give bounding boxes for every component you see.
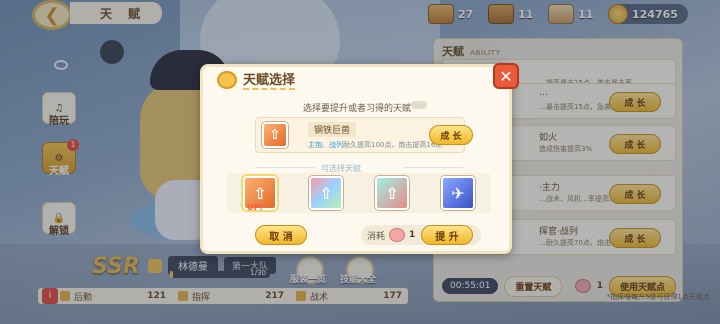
divider	[403, 167, 463, 168]
paw-icon	[217, 70, 237, 89]
talent-select-modal: 天赋选择 ✕ 选择要提升或者习得的天赋 ⇧ 钢铁巨兽 主炮、战列耐久提高100点…	[200, 63, 519, 254]
talent-choice-4[interactable]: ✈	[441, 176, 475, 210]
close-icon: ✕	[499, 66, 513, 86]
talent-choice-2[interactable]: ⇧	[309, 176, 343, 210]
divider	[255, 167, 315, 168]
talent-choice-3[interactable]: ⇧	[375, 176, 409, 210]
modal-hint: 选择要提升或者习得的天赋	[303, 104, 412, 114]
modal-title: 天赋选择	[243, 69, 296, 90]
teal-upgrade-icon: ⇧	[385, 183, 399, 203]
cancel-button[interactable]: 取 消	[255, 225, 307, 245]
airplane-icon: ✈	[451, 183, 465, 203]
selected-grow-button[interactable]: 成 长	[429, 125, 473, 145]
talent-choices: ⇧ UP! ⇧ ⇧ ✈	[227, 173, 491, 213]
cost-label: 消耗	[367, 231, 386, 242]
hint-toggle[interactable]	[411, 101, 427, 109]
upgrade-button[interactable]: 提 升	[421, 225, 473, 245]
upgrade-arrow-icon: ⇧	[262, 122, 288, 148]
upgrade-tag: UP!	[247, 203, 264, 212]
talent-choice-1[interactable]: ⇧ UP!	[243, 176, 277, 212]
selected-talent-desc: 主炮、战列耐久提高100点、炮击提高16点	[308, 141, 443, 149]
rainbow-upgrade-icon: ⇧	[319, 183, 333, 203]
upgrade-arrow-icon: ⇧	[253, 183, 267, 203]
close-button[interactable]: ✕	[493, 63, 519, 89]
modal-header: 天赋选择	[217, 69, 296, 90]
cost-value: 1	[409, 230, 416, 240]
talent-point-icon	[389, 228, 406, 242]
selected-talent-name: 钢铁巨兽	[308, 122, 357, 137]
